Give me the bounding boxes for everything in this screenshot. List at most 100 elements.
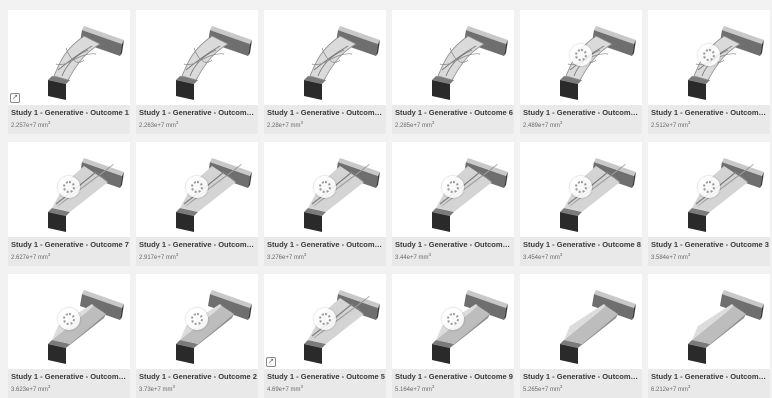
outcome-card[interactable]: Study 1 - Generative - Outcome ... 2.917e… bbox=[136, 142, 258, 266]
outcome-card[interactable]: Study 1 - Generative - Outcome ... 6.212e… bbox=[648, 274, 770, 398]
outcome-name: Study 1 - Generative - Outcome 1 bbox=[11, 108, 129, 117]
outcome-thumbnail[interactable] bbox=[392, 274, 514, 369]
outcome-volume: 2.917e+7 mm3 bbox=[139, 250, 257, 263]
outcome-caption: Study 1 - Generative - Outcome ... 2.489e… bbox=[523, 108, 641, 131]
outcome-name: Study 1 - Generative - Outcome ... bbox=[267, 108, 385, 117]
volume-unit-power: 3 bbox=[175, 252, 179, 257]
outcome-volume: 3.454e+7 mm3 bbox=[523, 250, 641, 263]
outcome-thumbnail[interactable] bbox=[648, 10, 770, 105]
volume-unit: mm bbox=[549, 123, 560, 129]
outcome-card[interactable]: Study 1 - Generative - Outcome ... 5.265e… bbox=[520, 274, 642, 398]
volume-value: 3.584e+7 bbox=[651, 255, 677, 261]
outcome-thumbnail[interactable] bbox=[392, 142, 514, 237]
outcome-thumbnail[interactable] bbox=[264, 10, 386, 105]
outcome-card[interactable]: Study 1 - Generative - Outcome ... 3.623e… bbox=[8, 274, 130, 398]
outcome-card[interactable]: Study 1 - Generative - Outcome 2 3.73e+7 … bbox=[136, 274, 258, 398]
outcome-name: Study 1 - Generative - Outcome ... bbox=[139, 240, 257, 249]
outcome-thumbnail[interactable] bbox=[136, 10, 258, 105]
outcome-card[interactable]: Study 1 - Generative - Outcome 9 5.164e+7… bbox=[392, 274, 514, 398]
volume-unit: mm bbox=[165, 123, 176, 129]
outcome-thumbnail[interactable]: ↗ bbox=[264, 274, 386, 369]
volume-unit-power: 3 bbox=[687, 120, 691, 125]
loading-spinner-icon bbox=[698, 176, 720, 198]
outcome-volume: 5.265e+7 mm3 bbox=[523, 382, 641, 395]
outcome-name: Study 1 - Generative - Outcome ... bbox=[651, 108, 769, 117]
volume-value: 2.285e+7 bbox=[395, 123, 421, 129]
volume-value: 3.44e+7 bbox=[395, 255, 417, 261]
volume-value: 2.263e+7 bbox=[139, 123, 165, 129]
loading-spinner-icon bbox=[442, 176, 464, 198]
outcome-thumbnail[interactable] bbox=[520, 142, 642, 237]
outcome-thumbnail[interactable] bbox=[136, 142, 258, 237]
outcome-volume: 2.28e+7 mm3 bbox=[267, 118, 385, 131]
outcome-caption: Study 1 - Generative - Outcome 2 3.73e+7 … bbox=[139, 372, 257, 395]
outcome-caption: Study 1 - Generative - Outcome ... 2.917e… bbox=[139, 240, 257, 263]
outcome-caption: Study 1 - Generative - Outcome ... 3.44e+… bbox=[395, 240, 513, 263]
bracket-model-render bbox=[176, 26, 252, 100]
outcome-thumbnail[interactable] bbox=[8, 142, 130, 237]
volume-unit-power: 3 bbox=[303, 252, 307, 257]
outcome-volume: 2.285e+7 mm3 bbox=[395, 118, 513, 131]
volume-value: 2.512e+7 bbox=[651, 123, 677, 129]
export-icon[interactable]: ↗ bbox=[266, 357, 276, 367]
outcome-card[interactable]: Study 1 - Generative - Outcome ... 2.28e+… bbox=[264, 10, 386, 134]
bracket-model-render bbox=[688, 290, 764, 364]
outcome-card[interactable]: Study 1 - Generative - Outcome ... 2.512e… bbox=[648, 10, 770, 134]
outcome-card[interactable]: Study 1 - Generative - Outcome 8 3.454e+7… bbox=[520, 142, 642, 266]
outcome-card[interactable]: Study 1 - Generative - Outcome ... 2.489e… bbox=[520, 10, 642, 134]
volume-value: 2.257e+7 bbox=[11, 123, 37, 129]
outcome-card[interactable]: Study 1 - Generative - Outcome 3 3.584e+7… bbox=[648, 142, 770, 266]
outcome-caption: Study 1 - Generative - Outcome 9 5.164e+7… bbox=[395, 372, 513, 395]
outcome-thumbnail[interactable] bbox=[520, 274, 642, 369]
outcome-caption: Study 1 - Generative - Outcome 5 4.69e+7 … bbox=[267, 372, 385, 395]
volume-unit-power: 3 bbox=[428, 252, 432, 257]
outcome-thumbnail[interactable] bbox=[264, 142, 386, 237]
outcome-card[interactable]: Study 1 - Generative - Outcome 6 2.285e+7… bbox=[392, 10, 514, 134]
outcome-volume: 3.276e+7 mm3 bbox=[267, 250, 385, 263]
outcome-name: Study 1 - Generative - Outcome 2 bbox=[139, 372, 257, 381]
outcome-thumbnail[interactable] bbox=[392, 10, 514, 105]
outcome-thumbnail[interactable] bbox=[520, 10, 642, 105]
volume-value: 2.917e+7 bbox=[139, 255, 165, 261]
outcome-caption: Study 1 - Generative - Outcome 7 2.627e+7… bbox=[11, 240, 129, 263]
outcome-grid: ↗ Study 1 - Generative - Outcome 1 2.257e+… bbox=[0, 0, 772, 398]
outcome-name: Study 1 - Generative - Outcome ... bbox=[11, 372, 129, 381]
outcome-name: Study 1 - Generative - Outcome ... bbox=[651, 372, 769, 381]
volume-unit: mm bbox=[677, 123, 688, 129]
volume-value: 3.623e+7 bbox=[11, 387, 37, 393]
outcome-volume: 2.627e+7 mm3 bbox=[11, 250, 129, 263]
outcome-card[interactable]: Study 1 - Generative - Outcome ... 3.44e+… bbox=[392, 142, 514, 266]
outcome-thumbnail[interactable] bbox=[648, 142, 770, 237]
outcome-volume: 4.69e+7 mm3 bbox=[267, 382, 385, 395]
volume-unit-power: 3 bbox=[47, 384, 51, 389]
loading-spinner-icon bbox=[570, 44, 592, 66]
bracket-model-render bbox=[560, 290, 636, 364]
volume-unit: mm bbox=[37, 255, 48, 261]
loading-spinner-icon bbox=[186, 308, 208, 330]
export-icon[interactable]: ↗ bbox=[10, 93, 20, 103]
outcome-volume: 3.584e+7 mm3 bbox=[651, 250, 769, 263]
volume-unit-power: 3 bbox=[431, 120, 435, 125]
outcome-caption: Study 1 - Generative - Outcome ... 2.28e+… bbox=[267, 108, 385, 131]
outcome-caption: Study 1 - Generative - Outcome 8 3.454e+7… bbox=[523, 240, 641, 263]
outcome-caption: Study 1 - Generative - Outcome 1 2.257e+7… bbox=[11, 108, 129, 131]
outcome-card[interactable]: Study 1 - Generative - Outcome ... 3.276e… bbox=[264, 142, 386, 266]
volume-unit: mm bbox=[37, 123, 48, 129]
outcome-card[interactable]: Study 1 - Generative - Outcome ... 2.263e… bbox=[136, 10, 258, 134]
outcome-card[interactable]: ↗ Study 1 - Generative - Outcome 1 2.257e+… bbox=[8, 10, 130, 134]
loading-spinner-icon bbox=[58, 308, 80, 330]
outcome-thumbnail[interactable] bbox=[136, 274, 258, 369]
outcome-thumbnail[interactable] bbox=[648, 274, 770, 369]
bracket-model-render bbox=[48, 26, 124, 100]
outcome-name: Study 1 - Generative - Outcome ... bbox=[395, 240, 513, 249]
outcome-volume: 5.164e+7 mm3 bbox=[395, 382, 513, 395]
loading-spinner-icon bbox=[314, 176, 336, 198]
outcome-volume: 2.489e+7 mm3 bbox=[523, 118, 641, 131]
outcome-card[interactable]: Study 1 - Generative - Outcome 7 2.627e+7… bbox=[8, 142, 130, 266]
outcome-card[interactable]: ↗ Study 1 - Generative - Outcome 5 4.69e+7… bbox=[264, 274, 386, 398]
volume-unit: mm bbox=[162, 387, 173, 393]
volume-unit-power: 3 bbox=[559, 252, 563, 257]
volume-unit: mm bbox=[290, 123, 301, 129]
outcome-thumbnail[interactable] bbox=[8, 274, 130, 369]
outcome-thumbnail[interactable]: ↗ bbox=[8, 10, 130, 105]
